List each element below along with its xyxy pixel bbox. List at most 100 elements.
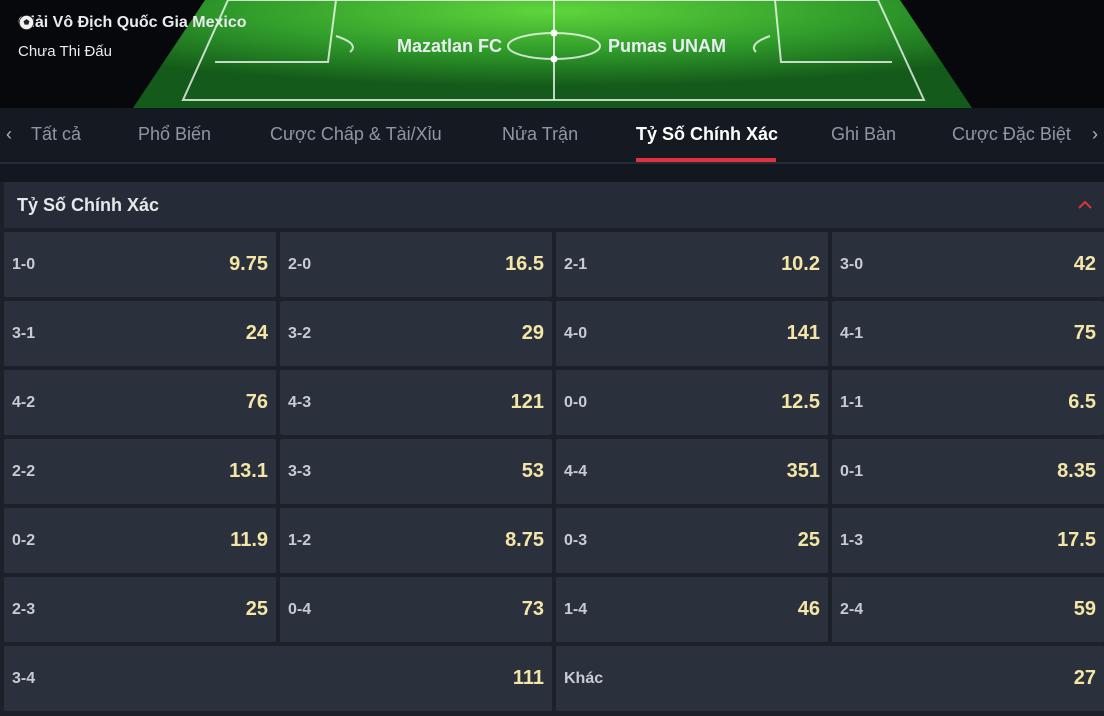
odds-value: 24 xyxy=(245,322,268,344)
match-header: Giải Vô Địch Quốc Gia Mexico Chưa Thi Đấ… xyxy=(0,0,1104,108)
correct-score-grid: 1-0 9.75 2-0 16.5 2-1 10.2 3-0 42 3-1 24 3-2 29 4-0 1… xyxy=(4,232,1104,711)
odds-cell[interactable]: 0-0 12.5 xyxy=(556,370,828,435)
odds-cell[interactable]: 2-1 10.2 xyxy=(556,232,828,297)
odds-cell[interactable]: 2-0 16.5 xyxy=(280,232,552,297)
tab-correct-score[interactable]: Tỷ Số Chính Xác xyxy=(636,124,778,145)
score-label: 1-0 xyxy=(12,256,36,273)
score-label: 3-1 xyxy=(12,325,36,342)
odds-cell[interactable]: 4-1 75 xyxy=(832,301,1104,366)
odds-cell[interactable]: 4-4 351 xyxy=(556,439,828,504)
score-label: 0-3 xyxy=(564,532,588,549)
odds-value: 59 xyxy=(1073,598,1096,620)
score-label: 4-1 xyxy=(840,325,864,342)
odds-value: 9.75 xyxy=(229,253,268,275)
odds-value: 75 xyxy=(1073,322,1096,344)
odds-cell[interactable]: 1-3 17.5 xyxy=(832,508,1104,573)
odds-cell[interactable]: 0-2 11.9 xyxy=(4,508,276,573)
active-tab-indicator xyxy=(636,158,776,162)
odds-value: 121 xyxy=(510,391,544,413)
tab-specials[interactable]: Cược Đặc Biệt xyxy=(952,124,1071,145)
odds-cell[interactable]: 1-2 8.75 xyxy=(280,508,552,573)
section-header[interactable]: Tỷ Số Chính Xác xyxy=(4,182,1104,228)
score-label: 0-1 xyxy=(840,463,864,480)
score-label: 2-1 xyxy=(564,256,588,273)
section-spacer xyxy=(0,164,1104,182)
odds-value: 25 xyxy=(797,529,820,551)
odds-value: 11.9 xyxy=(230,529,268,551)
score-label: 4-2 xyxy=(12,394,36,411)
odds-cell[interactable]: 2-2 13.1 xyxy=(4,439,276,504)
league-label: Giải Vô Địch Quốc Gia Mexico xyxy=(18,14,247,31)
odds-value: 16.5 xyxy=(505,253,544,275)
home-team: Mazatlan FC xyxy=(396,36,502,56)
score-label: 3-2 xyxy=(288,325,312,342)
score-label: 0-2 xyxy=(12,532,36,549)
odds-cell[interactable]: 0-4 73 xyxy=(280,577,552,642)
soccer-ball-icon xyxy=(18,14,35,31)
odds-value: 8.35 xyxy=(1057,460,1096,482)
odds-value: 17.5 xyxy=(1057,529,1096,551)
odds-cell[interactable]: 3-2 29 xyxy=(280,301,552,366)
odds-cell[interactable]: 4-3 121 xyxy=(280,370,552,435)
league-name: Giải Vô Địch Quốc Gia Mexico xyxy=(18,14,247,32)
tab-half-time[interactable]: Nửa Trận xyxy=(502,124,578,145)
score-label: 2-4 xyxy=(840,601,864,618)
odds-value: 141 xyxy=(786,322,820,344)
odds-value: 46 xyxy=(797,598,820,620)
odds-cell[interactable]: 1-4 46 xyxy=(556,577,828,642)
odds-value: 10.2 xyxy=(781,253,820,275)
section-title: Tỷ Số Chính Xác xyxy=(17,195,160,215)
tabs-prev-arrow[interactable]: ‹ xyxy=(6,124,12,145)
score-label: 2-2 xyxy=(12,463,36,480)
odds-cell[interactable]: 0-3 25 xyxy=(556,508,828,573)
odds-cell[interactable]: Khác 27 xyxy=(556,646,1104,711)
score-label: 1-3 xyxy=(840,532,864,549)
odds-cell[interactable]: 2-4 59 xyxy=(832,577,1104,642)
odds-cell[interactable]: 4-2 76 xyxy=(4,370,276,435)
odds-cell[interactable]: 1-1 6.5 xyxy=(832,370,1104,435)
score-label: 4-3 xyxy=(288,394,312,411)
score-label: Khác xyxy=(564,670,604,687)
score-label: 1-2 xyxy=(288,532,312,549)
odds-cell[interactable]: 3-1 24 xyxy=(4,301,276,366)
tab-all[interactable]: Tất cả xyxy=(31,124,81,145)
away-team: Pumas UNAM xyxy=(608,36,727,56)
score-label: 0-0 xyxy=(564,394,588,411)
odds-value: 6.5 xyxy=(1068,391,1096,413)
odds-value: 12.5 xyxy=(781,391,820,413)
odds-value: 8.75 xyxy=(505,529,544,551)
score-label: 4-0 xyxy=(564,325,588,342)
odds-cell[interactable]: 0-1 8.35 xyxy=(832,439,1104,504)
odds-cell[interactable]: 3-3 53 xyxy=(280,439,552,504)
tab-handicap-over-under[interactable]: Cược Chấp & Tài/Xỉu xyxy=(270,124,442,145)
score-label: 0-4 xyxy=(288,601,312,618)
odds-value: 13.1 xyxy=(229,460,268,482)
odds-value: 29 xyxy=(521,322,544,344)
score-label: 4-4 xyxy=(564,463,588,480)
tab-popular[interactable]: Phổ Biến xyxy=(138,124,211,145)
score-label: 1-4 xyxy=(564,601,588,618)
odds-cell[interactable]: 1-0 9.75 xyxy=(4,232,276,297)
odds-value: 111 xyxy=(512,667,544,689)
odds-value: 27 xyxy=(1073,667,1096,689)
odds-cell[interactable]: 2-3 25 xyxy=(4,577,276,642)
market-tabs: ‹ Tất cả Phổ Biến Cược Chấp & Tài/Xỉu Nử… xyxy=(0,108,1104,164)
score-label: 1-1 xyxy=(840,394,864,411)
odds-value: 53 xyxy=(521,460,544,482)
odds-value: 25 xyxy=(245,598,268,620)
score-label: 3-4 xyxy=(12,670,36,687)
tab-goalscorer[interactable]: Ghi Bàn xyxy=(831,124,896,145)
match-status: Chưa Thi Đấu xyxy=(18,43,112,60)
odds-cell[interactable]: 3-4 111 xyxy=(4,646,552,711)
score-label: 2-3 xyxy=(12,601,36,618)
score-label: 2-0 xyxy=(288,256,312,273)
odds-cell[interactable]: 3-0 42 xyxy=(832,232,1104,297)
odds-value: 73 xyxy=(521,598,544,620)
score-label: 3-3 xyxy=(288,463,312,480)
score-label: 3-0 xyxy=(840,256,864,273)
odds-value: 42 xyxy=(1073,253,1096,275)
chevron-up-icon[interactable] xyxy=(1076,196,1094,214)
odds-cell[interactable]: 4-0 141 xyxy=(556,301,828,366)
odds-value: 351 xyxy=(786,460,820,482)
tabs-next-arrow[interactable]: › xyxy=(1092,124,1098,145)
